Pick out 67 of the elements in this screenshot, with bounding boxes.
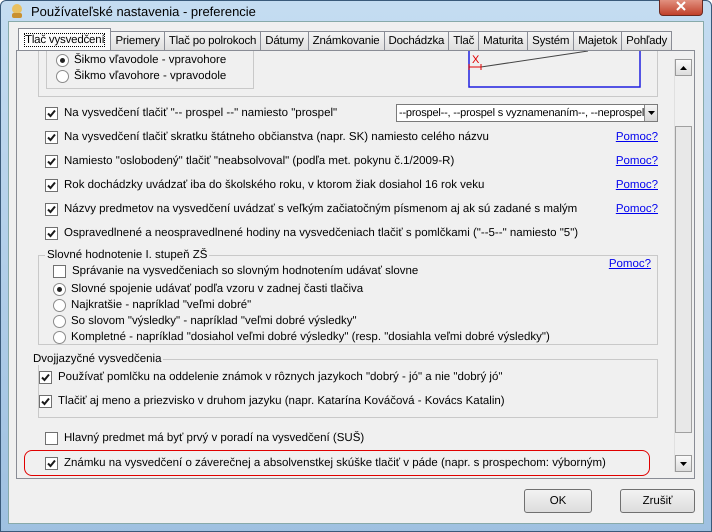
- checkbox[interactable]: [45, 456, 58, 470]
- radio-button[interactable]: [56, 70, 69, 82]
- checkbox[interactable]: [45, 202, 58, 216]
- close-button[interactable]: [659, 0, 703, 16]
- option-label: Na vysvedčení tlačiť skratku štátneho občianstva (napr. SK) namiesto celého názvu: [64, 131, 489, 143]
- tab[interactable]: Dátumy: [260, 31, 309, 50]
- tab[interactable]: Maturita: [478, 31, 528, 50]
- tab[interactable]: Majetok: [573, 31, 622, 50]
- scroll-thumb[interactable]: [675, 126, 692, 433]
- option-label: Namiesto "oslobodený" tlačiť "neabsolvoval" (podľa met. pokynu č.1/2009-R): [64, 155, 454, 167]
- close-icon: [676, 1, 686, 11]
- checkbox[interactable]: [45, 154, 58, 168]
- checkbox[interactable]: [45, 130, 58, 144]
- radio-button[interactable]: [53, 298, 66, 312]
- option-label: Ospravedlnené a neospravedlnené hodiny na vysvedčeniach tlačiť s pomlčkami ("--5--" namiesto "5"): [64, 227, 578, 239]
- option-label: Používať pomlčku na oddelenie známok v rôznych jazykoch "dobrý - jó" a nie "dobrý jó": [58, 371, 502, 383]
- up-arrow-icon: [680, 66, 687, 70]
- checkbox[interactable]: [45, 106, 58, 120]
- tab[interactable]: Tlač vysvedčení: [18, 28, 112, 50]
- down-arrow-icon: [680, 462, 687, 466]
- tab[interactable]: Systém: [527, 31, 574, 50]
- help-link[interactable]: Pomoc?: [616, 155, 658, 167]
- option-label: Známku na vysvedčení o záverečnej a absolvenstkej skúške tlačiť v páde (napr. s prospechom: výborným): [64, 457, 606, 469]
- checkbox[interactable]: [45, 226, 58, 240]
- radio-button[interactable]: [53, 314, 66, 328]
- checkbox[interactable]: [39, 370, 52, 384]
- app-icon: [9, 3, 25, 19]
- checkbox[interactable]: [45, 178, 58, 192]
- caret-icon: [648, 111, 655, 115]
- checkbox[interactable]: [53, 264, 66, 278]
- tab[interactable]: Známkovanie: [308, 31, 384, 50]
- ok-button[interactable]: OK: [524, 489, 592, 513]
- option-label: Názvy predmetov na vysvedčení uvádzať s veľkým začiatočným písmenom aj ak sú zadané s malým: [64, 203, 578, 215]
- help-link[interactable]: Pomoc?: [616, 131, 658, 143]
- tab[interactable]: Pohľady: [621, 31, 672, 50]
- scroll-up-button[interactable]: [675, 59, 692, 76]
- option-label: Šikmo vľavodole - vpravohore: [74, 54, 226, 66]
- option-label: So slovom "výsledky" - napríklad "veľmi dobré výsledky": [71, 315, 357, 327]
- scroll-down-button[interactable]: [675, 455, 692, 472]
- window-title: Používateľské nastavenia - preferencie: [31, 4, 257, 18]
- option-label: Hlavný predmet má byť prvý v poradí na vysvedčení (SUŠ): [64, 432, 364, 444]
- tab[interactable]: Tlač po polrokoch: [164, 31, 262, 50]
- marker-label: X: [472, 54, 480, 66]
- cancel-button[interactable]: Zrušiť: [620, 489, 695, 513]
- option-label: Rok dochádzky uvádzať iba do školského roku, v ktorom žiak dosiahol 16 rok veku: [64, 179, 484, 191]
- option-label: Slovné spojenie udávať podľa vzoru v zadnej časti tlačiva: [71, 283, 364, 295]
- help-link[interactable]: Pomoc?: [616, 203, 658, 215]
- radio-button[interactable]: [53, 330, 66, 344]
- group-title: Dvojjazyčné vysvedčenia: [32, 353, 162, 365]
- option-label: Šikmo vľavohore - vpravodole: [74, 70, 226, 82]
- help-link[interactable]: Pomoc?: [608, 258, 651, 270]
- radio-button[interactable]: [53, 282, 66, 296]
- scrollbar[interactable]: [674, 59, 692, 472]
- checkbox[interactable]: [45, 432, 58, 444]
- option-label: Najkratšie - napríklad "veľmi dobré": [71, 299, 252, 311]
- tab[interactable]: Priemery: [110, 31, 165, 50]
- option-label: Na vysvedčení tlačiť "-- prospel --" namiesto "prospel": [64, 107, 338, 119]
- option-label: Kompletné - napríklad "dosiahol veľmi dobré výsledky" (resp. "dosiahla veľmi dobré výsledky"): [71, 331, 550, 343]
- dropdown[interactable]: --prospel--, --prospel s vyznamenaním--, --neprospel: [396, 104, 658, 122]
- tab[interactable]: Dochádzka: [384, 31, 450, 50]
- checkbox[interactable]: [39, 394, 52, 408]
- option-label: Tlačiť aj meno a priezvisko v druhom jazyku (napr. Katarína Kováčová - Kovács Katalin): [58, 395, 505, 407]
- help-link[interactable]: Pomoc?: [616, 179, 658, 191]
- tab[interactable]: Tlač: [448, 31, 480, 50]
- option-label: Správanie na vysvedčeniach so slovným hodnotením udávať slovne: [72, 265, 418, 277]
- group-title: Slovné hodnotenie I. stupeň ZŠ: [46, 249, 208, 261]
- radio-button[interactable]: [56, 54, 69, 66]
